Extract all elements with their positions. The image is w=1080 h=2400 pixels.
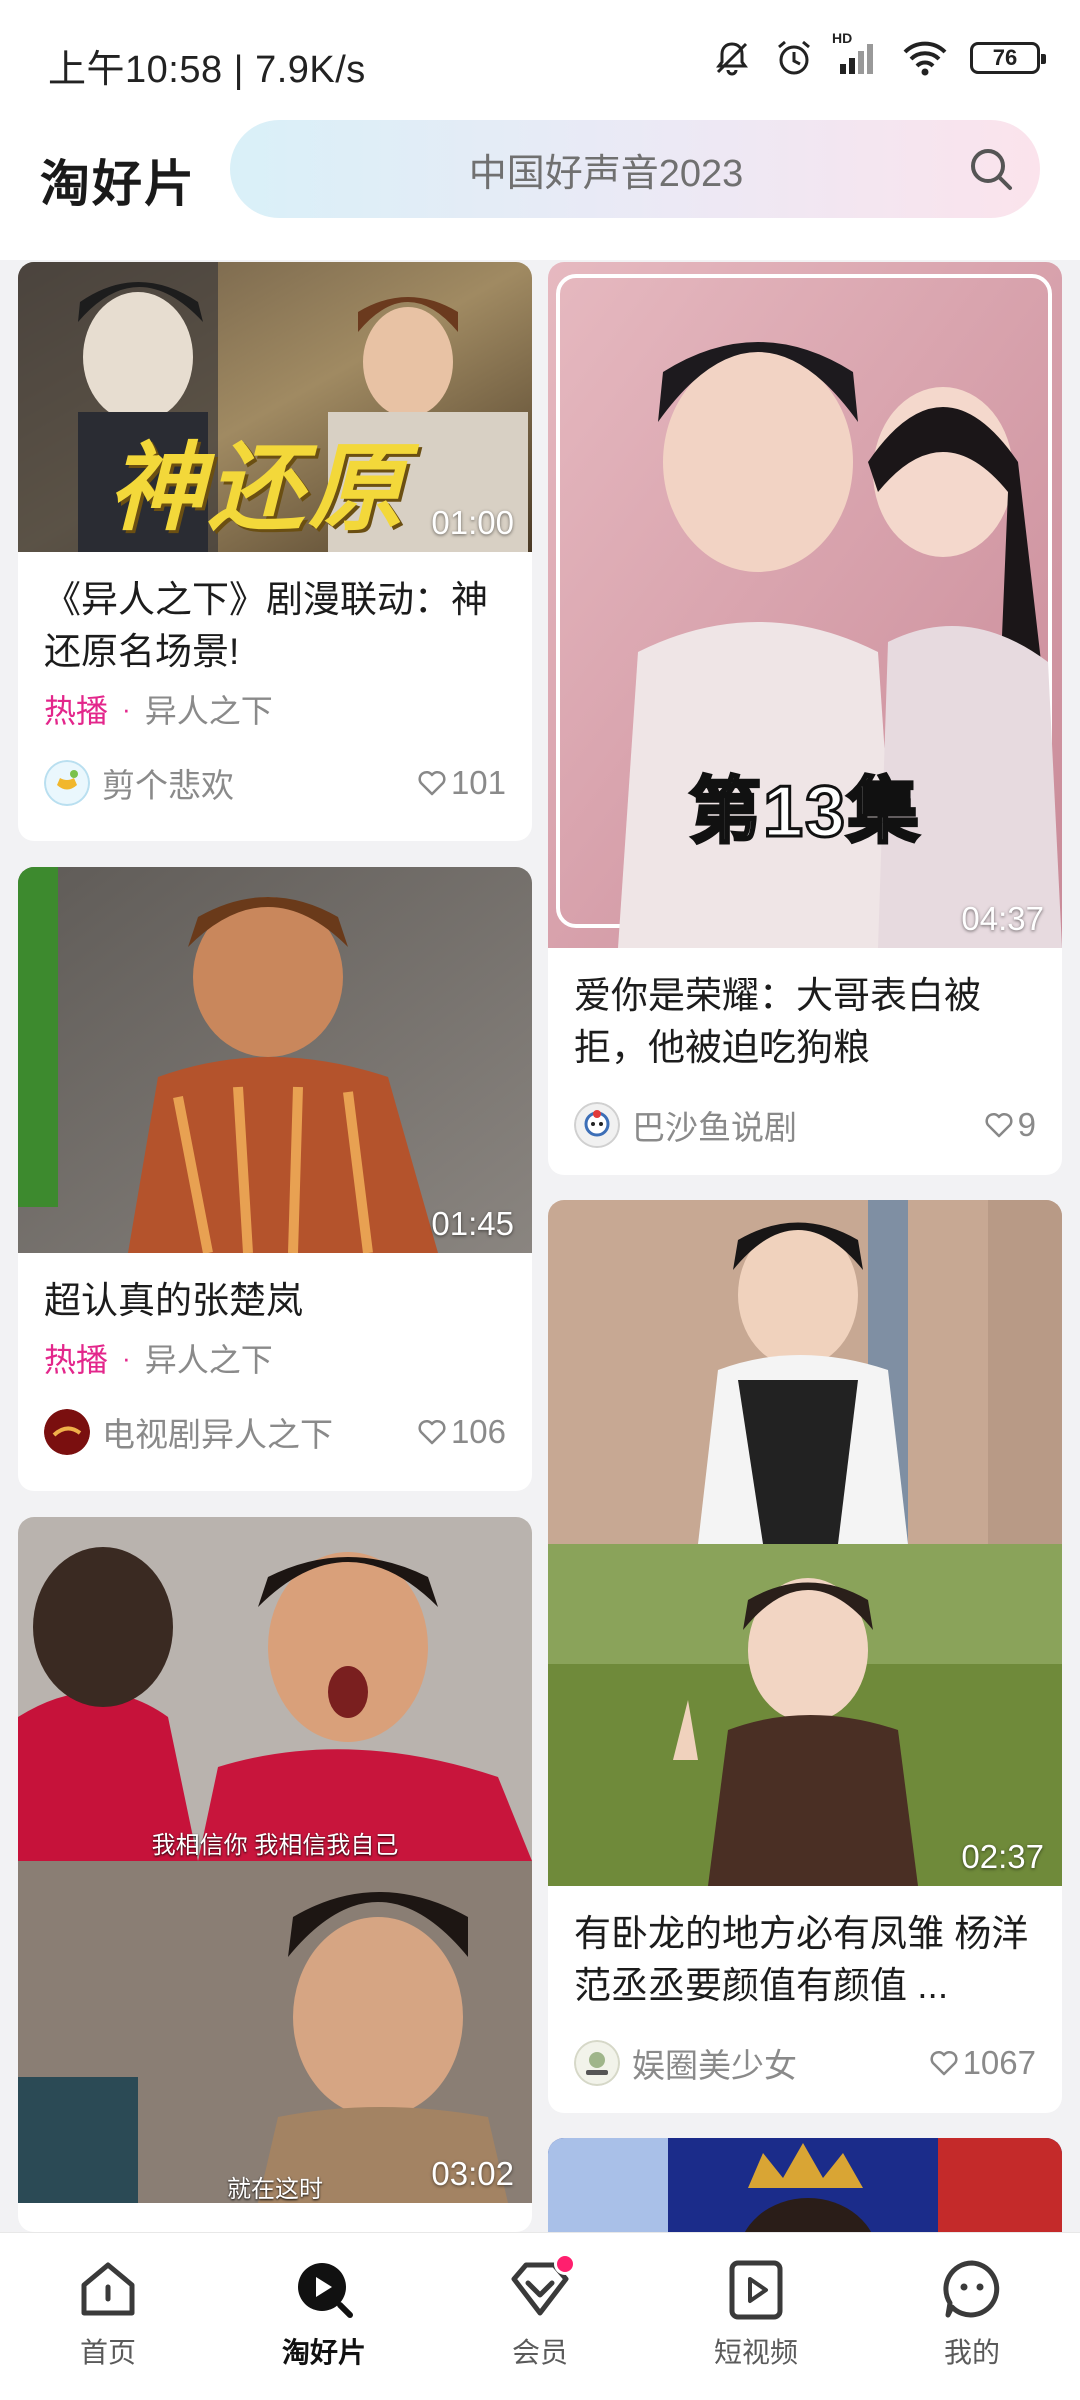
- video-duration: 01:00: [431, 504, 514, 541]
- header: 淘好片 中国好声音2023: [0, 120, 1080, 260]
- video-thumbnail[interactable]: 02:37: [548, 1200, 1062, 1886]
- nav-label: 我的: [943, 2337, 1000, 2368]
- thumbnail-overlay-text: 神还原: [108, 435, 408, 542]
- like-button[interactable]: 1067: [929, 2044, 1036, 2082]
- battery-icon: 76: [970, 42, 1046, 74]
- video-thumbnail[interactable]: 我相信你 我相信我自己 就在这时 03:02: [18, 1517, 532, 2203]
- like-button[interactable]: 106: [417, 1413, 506, 1451]
- thumbnail-image: [18, 867, 532, 1253]
- video-thumbnail[interactable]: 01:45: [18, 867, 532, 1253]
- mute-bell-icon: [716, 42, 748, 76]
- video-card[interactable]: [548, 2138, 1062, 2232]
- signal-icon: HD: [832, 30, 880, 78]
- video-duration: 03:02: [431, 2155, 514, 2192]
- alarm-icon: [778, 40, 810, 75]
- video-title[interactable]: 《异人之下》剧漫联动：神还原名场景!: [44, 574, 506, 678]
- video-title[interactable]: 有卧龙的地方必有凤雏 杨洋范丞丞要颜值有颜值 ...: [574, 1908, 1036, 2012]
- thumbnail-image: [548, 1200, 1062, 1886]
- home-icon: [81, 2262, 135, 2316]
- video-card[interactable]: 02:37 有卧龙的地方必有凤雏 杨洋范丞丞要颜值有颜值 ... 娱圈美少女 1…: [548, 1200, 1062, 2113]
- like-count: 101: [450, 764, 506, 801]
- hot-tag: 热播: [44, 693, 109, 729]
- status-bar: 上午10:58 | 7.9K/s HD 76: [0, 0, 1080, 120]
- author-name[interactable]: 剪个悲欢: [102, 759, 417, 807]
- card-meta: 剪个悲欢 101: [44, 758, 506, 808]
- nav-label: 短视频: [713, 2337, 798, 2368]
- author-name[interactable]: 巴沙鱼说剧: [632, 1101, 984, 1149]
- video-card[interactable]: 神还原 01:00 《异人之下》剧漫联动：神还原名场景! 热播 · 异人之下 剪…: [18, 262, 532, 841]
- thumbnail-overlay-text: 第13集: [687, 771, 922, 854]
- series-tag[interactable]: 异人之下: [145, 1335, 273, 1381]
- nav-item-home[interactable]: 首页: [0, 2233, 216, 2400]
- avatar[interactable]: [574, 1102, 620, 1148]
- nav-label: 会员: [511, 2337, 568, 2368]
- video-subtitle: 我相信你 我相信我自己: [151, 1832, 399, 1859]
- nav-item-profile[interactable]: 我的: [864, 2233, 1080, 2400]
- thumbnail-image: [548, 2138, 1062, 2232]
- video-title[interactable]: 超认真的张楚岚: [44, 1275, 506, 1327]
- search-bar[interactable]: 中国好声音2023: [230, 120, 1040, 218]
- like-count: 106: [450, 1413, 506, 1450]
- series-tag[interactable]: 异人之下: [145, 686, 273, 732]
- video-card[interactable]: 第13集 04:37 爱你是荣耀：大哥表白被拒，他被迫吃狗粮 巴沙鱼说剧 9: [548, 262, 1062, 1175]
- short-video-icon: [729, 2260, 783, 2320]
- author-name[interactable]: 娱圈美少女: [632, 2039, 929, 2087]
- heart-icon: [418, 770, 446, 796]
- avatar[interactable]: [574, 2040, 620, 2086]
- video-title[interactable]: 爱你是荣耀：大哥表白被拒，他被迫吃狗粮: [574, 970, 1036, 1074]
- tag-separator: ·: [122, 693, 131, 724]
- nav-label: 首页: [79, 2337, 136, 2368]
- search-icon[interactable]: [942, 120, 1040, 218]
- nav-item-short-video[interactable]: 短视频: [648, 2233, 864, 2400]
- heart-icon: [930, 2050, 958, 2076]
- status-icons: HD 76: [712, 30, 1046, 78]
- tag-separator: ·: [122, 1342, 131, 1373]
- avatar[interactable]: [44, 1409, 90, 1455]
- bottom-nav: 首页 淘好片 会员 短视频 我的: [0, 2232, 1080, 2400]
- video-duration: 01:45: [431, 1205, 514, 1242]
- video-card[interactable]: 01:45 超认真的张楚岚 热播 · 异人之下 电视剧异人之下 106: [18, 867, 532, 1491]
- like-count: 1067: [962, 2044, 1036, 2081]
- video-tags: 热播 · 异人之下: [44, 686, 506, 732]
- like-count: 9: [1017, 1106, 1036, 1143]
- heart-icon: [418, 1419, 446, 1445]
- hot-tag: 热播: [44, 1342, 109, 1378]
- page-title: 淘好片: [40, 156, 196, 212]
- status-time: 上午10:58 | 7.9K/s: [48, 49, 366, 91]
- notification-badge: [554, 2253, 576, 2275]
- nav-item-discover[interactable]: 淘好片: [216, 2233, 432, 2400]
- discover-play-icon: [298, 2263, 353, 2318]
- video-card[interactable]: 我相信你 我相信我自己 就在这时 03:02: [18, 1517, 532, 2232]
- card-meta: 娱圈美少女 1067: [574, 2038, 1036, 2088]
- profile-chat-icon: [943, 2260, 1000, 2318]
- avatar[interactable]: [44, 760, 90, 806]
- like-button[interactable]: 9: [984, 1106, 1036, 1144]
- video-thumbnail[interactable]: 神还原 01:00: [18, 262, 532, 552]
- nav-item-vip[interactable]: 会员: [432, 2233, 648, 2400]
- video-tags: 热播 · 异人之下: [44, 1335, 506, 1381]
- heart-icon: [985, 1112, 1013, 1138]
- author-name[interactable]: 电视剧异人之下: [102, 1408, 417, 1456]
- video-duration: 04:37: [961, 900, 1044, 937]
- search-input[interactable]: 中国好声音2023: [230, 142, 942, 197]
- video-thumbnail[interactable]: [548, 2138, 1062, 2232]
- card-meta: 电视剧异人之下 106: [44, 1407, 506, 1457]
- nav-label: 淘好片: [281, 2337, 366, 2368]
- video-thumbnail[interactable]: 第13集 04:37: [548, 262, 1062, 948]
- card-meta: 巴沙鱼说剧 9: [574, 1100, 1036, 1150]
- thumbnail-image: [18, 1517, 532, 2203]
- like-button[interactable]: 101: [417, 764, 506, 802]
- wifi-icon: [903, 41, 947, 76]
- video-duration: 02:37: [961, 1838, 1044, 1875]
